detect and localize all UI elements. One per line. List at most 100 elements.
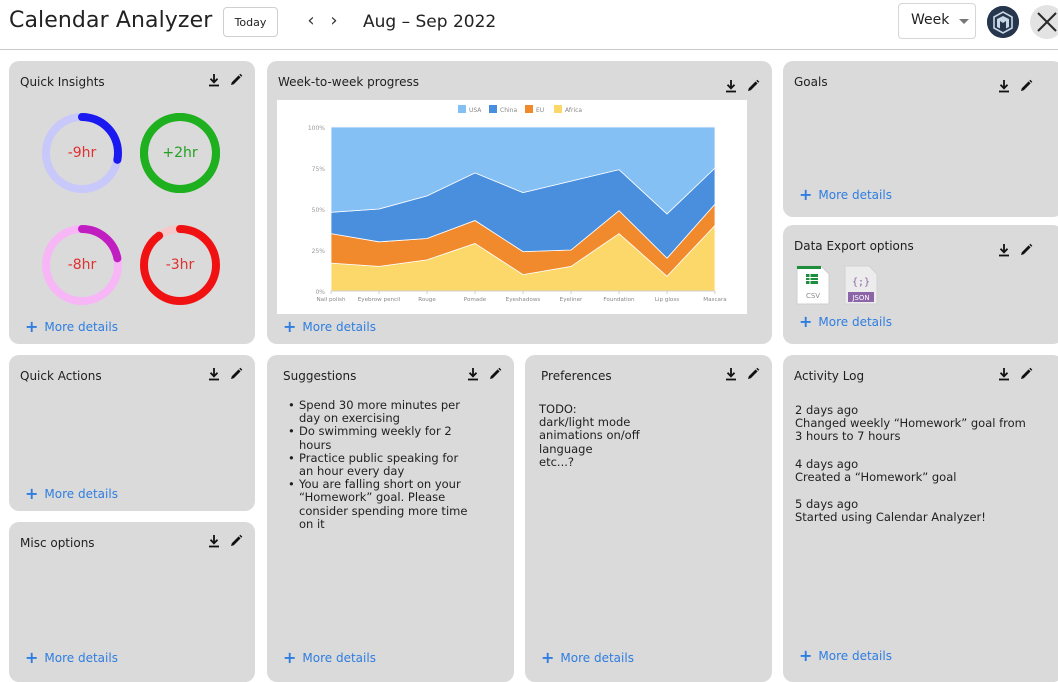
more-details-link[interactable]: + More details xyxy=(25,319,118,335)
legend-swatch xyxy=(525,105,533,113)
card-title: Week-to-week progress xyxy=(278,75,419,89)
chevron-right-icon[interactable]: › xyxy=(326,10,342,32)
legend-swatch xyxy=(458,105,466,113)
activity-entry: 2 days ago Changed weekly “Homework” goa… xyxy=(795,403,1035,444)
card-title: Quick Insights xyxy=(20,75,105,89)
card-title: Goals xyxy=(794,75,828,89)
pencil-icon[interactable] xyxy=(746,367,760,381)
activity-log-card: Activity Log 2 days ago Changed weekly “… xyxy=(783,355,1058,682)
legend-label: USA xyxy=(469,107,482,114)
more-details-link[interactable]: + More details xyxy=(283,319,376,335)
activity-text: Created a “Homework” goal xyxy=(795,469,957,484)
close-icon[interactable] xyxy=(1030,5,1058,39)
card-tools xyxy=(207,73,243,87)
more-details-link[interactable]: + More details xyxy=(25,650,118,666)
list-item: Spend 30 more minutes per day on exercis… xyxy=(284,398,474,425)
card-title: Activity Log xyxy=(794,369,865,383)
preferences-text: TODO: dark/light mode animations on/off … xyxy=(539,402,640,469)
x-tick-label: Eyeshadows xyxy=(506,297,541,303)
card-tools xyxy=(997,243,1033,257)
pencil-icon[interactable] xyxy=(746,79,760,93)
list-item: Do swimming weekly for 2 hours xyxy=(284,425,474,452)
pencil-icon[interactable] xyxy=(229,73,243,87)
download-icon[interactable] xyxy=(997,367,1011,381)
x-tick-label: Pomade xyxy=(464,297,487,303)
x-tick-label: Mascara xyxy=(703,297,726,303)
download-icon[interactable] xyxy=(207,534,221,548)
card-title: Suggestions xyxy=(283,369,357,383)
pencil-icon[interactable] xyxy=(229,534,243,548)
card-title: Preferences xyxy=(541,369,612,383)
view-select[interactable]: Week xyxy=(898,3,976,39)
more-details-link[interactable]: + More details xyxy=(799,648,892,664)
download-icon[interactable] xyxy=(724,367,738,381)
week-progress-card: Week-to-week progress 0% 25% 50% 75% 100% Nai… xyxy=(267,61,772,344)
insight-ring-3: -8hr xyxy=(39,222,125,308)
view-select-value: Week xyxy=(911,12,950,28)
y-tick-label: 25% xyxy=(312,248,326,255)
stacked-area-chart: 0% 25% 50% 75% 100% Nail polish Eyebrow pencil… xyxy=(308,105,727,303)
logo-avatar-icon[interactable] xyxy=(987,6,1019,38)
json-label: JSON xyxy=(851,294,869,302)
card-title: Misc options xyxy=(20,536,95,550)
more-details-link[interactable]: + More details xyxy=(541,650,634,666)
misc-options-card: Misc options + More details xyxy=(9,522,255,682)
pencil-icon[interactable] xyxy=(1019,367,1033,381)
ring-label: -3hr xyxy=(165,257,195,273)
download-icon[interactable] xyxy=(724,79,738,93)
card-tools xyxy=(207,367,243,381)
x-tick-label: Lip gloss xyxy=(655,297,679,303)
more-details-link[interactable]: + More details xyxy=(25,486,118,502)
csv-file-icon[interactable]: CSV xyxy=(795,265,831,305)
json-file-icon[interactable]: {;} JSON xyxy=(843,265,879,305)
json-glyph: {;} xyxy=(852,277,870,288)
pref-line: language xyxy=(539,441,593,456)
top-bar: Calendar Analyzer Today ‹ › Aug – Sep 20… xyxy=(0,0,1058,50)
csv-label: CSV xyxy=(806,292,820,300)
chevron-left-icon[interactable]: ‹ xyxy=(303,10,319,32)
download-icon[interactable] xyxy=(207,73,221,87)
card-tools xyxy=(466,367,502,381)
card-tools xyxy=(724,79,760,93)
pref-line: etc...? xyxy=(539,454,574,469)
chart-area: 0% 25% 50% 75% 100% Nail polish Eyebrow pencil… xyxy=(277,100,747,314)
card-tools xyxy=(207,534,243,548)
download-icon[interactable] xyxy=(466,367,480,381)
today-button[interactable]: Today xyxy=(223,7,278,37)
insight-ring-1: -9hr xyxy=(39,110,125,196)
preferences-card: Preferences TODO: dark/light mode animat… xyxy=(525,355,772,682)
card-tools xyxy=(997,367,1033,381)
card-title: Quick Actions xyxy=(20,369,102,383)
suggestions-card: Suggestions Spend 30 more minutes per da… xyxy=(267,355,514,682)
more-details-link[interactable]: + More details xyxy=(799,314,892,330)
pencil-icon[interactable] xyxy=(229,367,243,381)
legend-label: EU xyxy=(536,107,544,114)
quick-insights-card: Quick Insights -9hr +2hr -8hr -3hr + More de… xyxy=(9,61,255,344)
legend-label: China xyxy=(500,107,517,114)
download-icon[interactable] xyxy=(997,79,1011,93)
activity-text: Started using Calendar Analyzer! xyxy=(795,510,986,525)
x-tick-label: Rouge xyxy=(418,297,436,303)
download-icon[interactable] xyxy=(207,367,221,381)
pencil-icon[interactable] xyxy=(1019,243,1033,257)
caret-down-icon xyxy=(959,19,969,24)
ring-label: +2hr xyxy=(162,145,198,161)
card-tools xyxy=(997,79,1033,93)
goals-card: Goals + More details xyxy=(783,61,1058,217)
activity-list: 2 days ago Changed weekly “Homework” goa… xyxy=(795,403,1035,538)
more-details-link[interactable]: + More details xyxy=(283,650,376,666)
list-item: You are falling short on your “Homework”… xyxy=(284,478,474,531)
more-details-link[interactable]: + More details xyxy=(799,187,892,203)
y-tick-label: 0% xyxy=(315,289,325,296)
x-tick-label: Nail polish xyxy=(316,297,345,303)
pencil-icon[interactable] xyxy=(488,367,502,381)
activity-entry: 4 days ago Created a “Homework” goal xyxy=(795,457,1035,484)
y-tick-label: 50% xyxy=(312,207,326,214)
x-tick-label: Foundation xyxy=(603,297,635,303)
pref-line: animations on/off xyxy=(539,428,640,443)
pencil-icon[interactable] xyxy=(1019,79,1033,93)
download-icon[interactable] xyxy=(997,243,1011,257)
suggestions-list: Spend 30 more minutes per day on exercis… xyxy=(284,398,474,531)
legend-swatch xyxy=(554,105,562,113)
ring-label: -9hr xyxy=(67,145,97,161)
